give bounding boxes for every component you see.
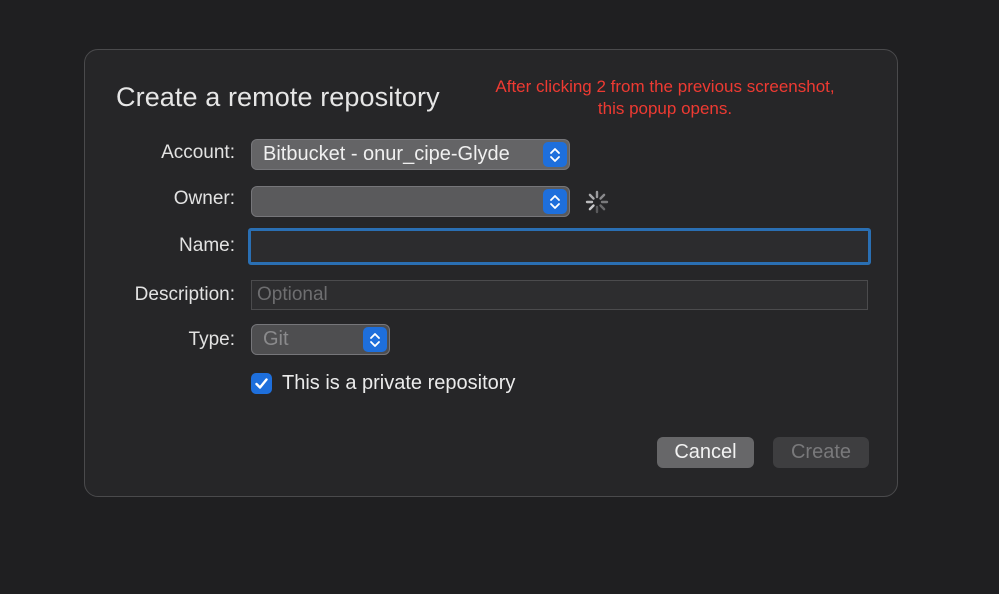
description-placeholder: Optional	[257, 284, 328, 305]
description-label: Description:	[134, 284, 235, 305]
dialog-title: Create a remote repository	[116, 82, 440, 112]
description-field[interactable]: Optional	[251, 280, 868, 310]
create-remote-repository-dialog: Create a remote repository After clickin…	[84, 49, 898, 497]
private-repository-label[interactable]: This is a private repository	[282, 372, 515, 395]
owner-popup[interactable]	[251, 186, 570, 217]
account-label: Account:	[161, 142, 235, 163]
loading-spinner-icon	[585, 190, 609, 214]
up-down-chevron-icon	[363, 327, 387, 352]
create-button[interactable]: Create	[773, 437, 869, 468]
account-popup[interactable]: Bitbucket - onur_cipe-Glyde	[251, 139, 570, 170]
annotation-note: After clicking 2 from the previous scree…	[495, 77, 835, 118]
type-popup[interactable]: Git	[251, 324, 390, 355]
checkmark-icon	[255, 378, 268, 389]
up-down-chevron-icon	[543, 142, 567, 167]
type-label: Type:	[188, 329, 235, 350]
account-value: Bitbucket - onur_cipe-Glyde	[263, 143, 510, 165]
private-repository-checkbox[interactable]	[251, 373, 272, 394]
owner-label: Owner:	[173, 188, 235, 209]
type-value: Git	[263, 328, 289, 350]
up-down-chevron-icon	[543, 189, 567, 214]
cancel-button[interactable]: Cancel	[657, 437, 754, 468]
name-label: Name:	[179, 235, 235, 256]
name-field[interactable]	[248, 228, 871, 265]
